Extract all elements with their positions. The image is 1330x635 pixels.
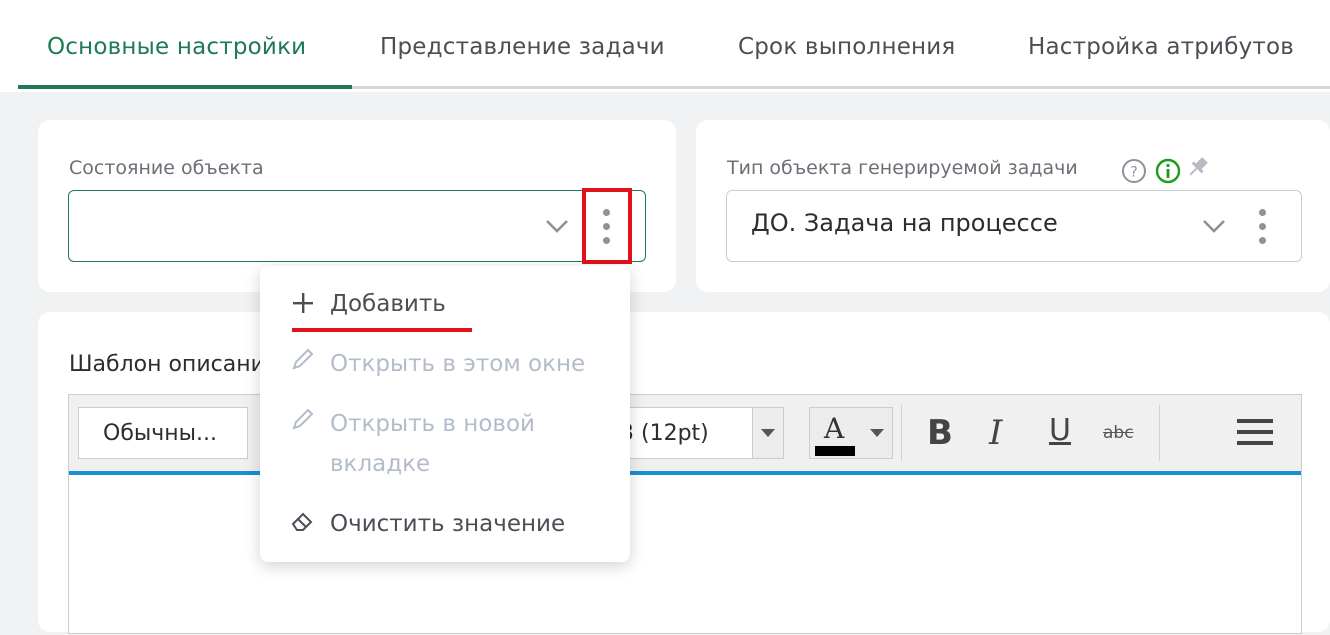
paragraph-style-select[interactable]: Обычны...	[78, 407, 248, 459]
add-highlight-underline	[292, 328, 472, 332]
pencil-icon	[292, 408, 314, 430]
menu-item-open-new-tab-label: Открыть в новой	[330, 411, 535, 437]
eraser-icon	[291, 512, 313, 531]
tab-deadline[interactable]: Срок выполнения	[738, 34, 955, 60]
help-icon[interactable]: ?	[1121, 158, 1147, 184]
pencil-icon	[292, 348, 314, 370]
menu-item-add-label: Добавить	[330, 291, 446, 317]
italic-icon: I	[989, 413, 1003, 453]
strikethrough-button[interactable]: abc	[1101, 409, 1145, 455]
menu-item-open-here-label: Открыть в этом окне	[330, 351, 586, 377]
description-label: Шаблон описания	[69, 352, 279, 377]
menu-item-open-new-tab[interactable]: Открыть в новой вкладке	[260, 404, 630, 488]
italic-button[interactable]: I	[983, 409, 1023, 455]
kebab-highlight-frame	[582, 188, 632, 264]
toolbar-separator	[901, 405, 902, 461]
menu-item-add[interactable]: Добавить	[260, 284, 630, 328]
pin-icon[interactable]	[1185, 154, 1211, 180]
chevron-down-icon[interactable]	[542, 211, 572, 241]
info-icon[interactable]	[1155, 158, 1181, 184]
font-color-icon: A	[824, 412, 845, 445]
editor-toolbar: Обычны... 3 (12pt) A B I U abc	[69, 395, 1301, 475]
object-state-select[interactable]	[68, 190, 646, 262]
task-type-value: ДО. Задача на процессе	[751, 209, 1058, 237]
description-card: Шаблон описания Обычны... 3 (12pt) A B I…	[38, 312, 1330, 634]
font-size-value: 3 (12pt)	[620, 421, 709, 446]
menu-item-open-new-tab-label-line2: вкладке	[330, 451, 431, 477]
font-color-swatch	[815, 446, 855, 456]
caret-down-icon	[870, 429, 884, 437]
task-type-select[interactable]: ДО. Задача на процессе	[726, 190, 1302, 262]
menu-item-clear[interactable]: Очистить значение	[260, 504, 630, 548]
caret-down-icon	[761, 429, 775, 437]
plus-icon	[293, 293, 313, 313]
strikethrough-icon: abc	[1103, 423, 1134, 443]
task-type-card: Тип объекта генерируемой задачи ? ДО. За…	[696, 120, 1330, 292]
editor-content-area[interactable]	[69, 475, 1301, 635]
more-options-icon[interactable]	[1252, 205, 1272, 249]
object-state-label: Состояние объекта	[69, 157, 264, 179]
menu-item-clear-label: Очистить значение	[330, 511, 566, 537]
paragraph-style-value: Обычны...	[103, 421, 217, 446]
tab-attribute-settings[interactable]: Настройка атрибутов	[1028, 34, 1294, 60]
rich-text-editor: Обычны... 3 (12pt) A B I U abc	[68, 394, 1302, 634]
tab-bar: Основные настройки Представление задачи …	[0, 0, 1330, 92]
toolbar-separator	[1159, 405, 1160, 461]
tab-task-view[interactable]: Представление задачи	[380, 34, 665, 60]
tab-active-indicator	[18, 85, 352, 89]
tab-main-settings[interactable]: Основные настройки	[47, 34, 306, 60]
task-type-label: Тип объекта генерируемой задачи	[727, 157, 1078, 179]
bold-icon: B	[927, 413, 953, 453]
bold-button[interactable]: B	[925, 409, 965, 455]
chevron-down-icon[interactable]	[1199, 211, 1229, 241]
font-size-dropdown[interactable]	[752, 407, 784, 459]
underline-icon: U	[1049, 413, 1071, 448]
menu-item-open-here[interactable]: Открыть в этом окне	[260, 344, 630, 388]
font-color-button[interactable]: A	[809, 407, 893, 459]
svg-text:?: ?	[1130, 165, 1137, 181]
context-menu: Добавить Открыть в этом окне Открыть в н…	[260, 266, 630, 562]
underline-button[interactable]: U	[1045, 409, 1085, 455]
hamburger-menu-icon[interactable]	[1235, 409, 1275, 455]
